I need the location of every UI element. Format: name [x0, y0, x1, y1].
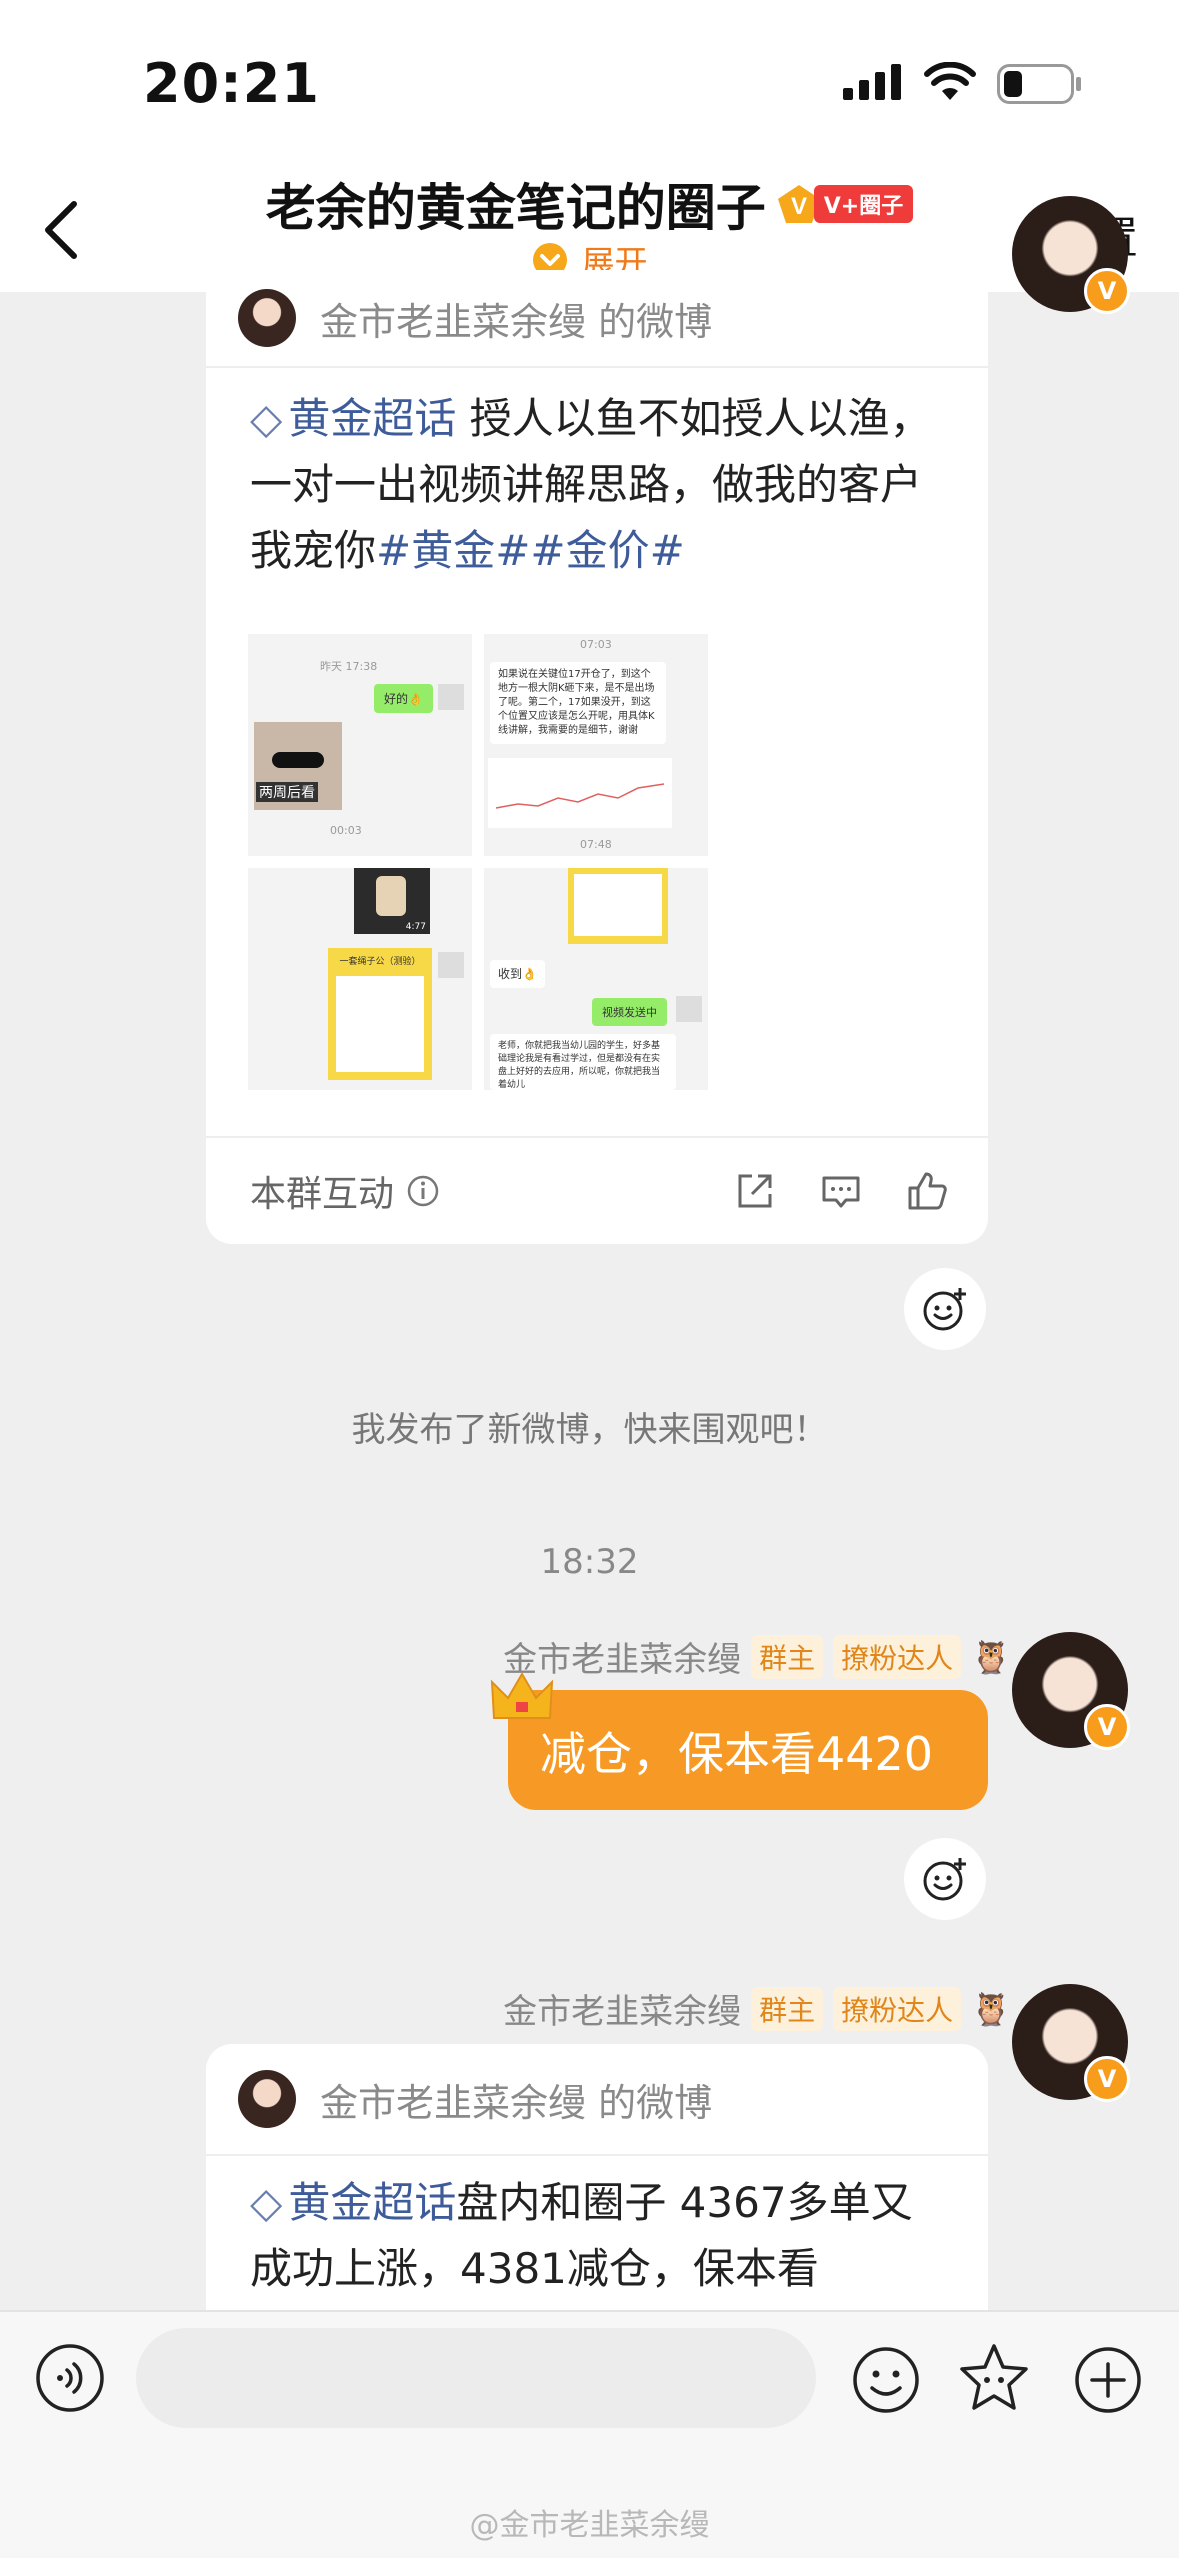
chart-card-body — [336, 976, 424, 1072]
post-text: ◇ 黄金超话盘内和圈子 4367多单又成功上涨，4381减仓，保本看 — [206, 2156, 988, 2302]
owner-tag: 群主 — [751, 1986, 824, 2031]
verified-v-icon: V — [1084, 2056, 1130, 2102]
v-plus-circle-label: V+圈子 — [813, 185, 914, 223]
voice-input-icon[interactable] — [34, 2342, 106, 2414]
chat-bubble: 如果说在关键位17开仓了，到这个地方一根大阴K砸下来，是不是出场了呢。第二个，1… — [490, 662, 666, 744]
add-reaction-button[interactable] — [904, 1268, 986, 1350]
owl-badge-icon: 🦉 — [971, 1989, 1011, 2028]
comment-icon[interactable] — [820, 1170, 862, 1212]
owner-tag: 群主 — [751, 1634, 824, 1679]
message-text: 减仓，保本看4420 — [540, 1727, 934, 1781]
chat-time: 07:03 — [580, 638, 612, 651]
v-plus-badge: V V+圈子 — [776, 183, 914, 225]
interaction-label: 本群互动 — [250, 1165, 440, 1217]
chat-time: 00:03 — [330, 824, 362, 837]
emoji-plus-icon — [923, 1858, 966, 1901]
kline-chart-shot — [488, 758, 672, 828]
interaction-text: 本群互动 — [250, 1174, 395, 1215]
baby-photo: 两周后看 — [254, 722, 342, 810]
message-input[interactable] — [136, 2328, 816, 2428]
chart-card-title: 一套绳子公（测验） — [339, 957, 421, 967]
chat-avatar — [438, 684, 464, 710]
card-source: 金市老韭菜余缦 的微博 — [320, 299, 713, 344]
author-avatar — [238, 2070, 296, 2128]
post-image-4[interactable]: 收到👌 视频发送中 老师，你就把我当幼儿园的学生，好多基础理论我是有看过学过，但… — [484, 868, 708, 1090]
system-message: 我发布了新微博，快来围观吧！ — [351, 1410, 828, 1450]
weibo-share-card[interactable]: 金市老韭菜余缦 的微博 ◇ 黄金超话 授人以鱼不如授人以渔，一对一出视频讲解思路，… — [206, 270, 988, 1244]
emoji-plus-icon — [923, 1288, 966, 1331]
post-image-1[interactable]: 昨天 17:38 好的👌 两周后看 00:03 — [248, 634, 472, 856]
card-header: 金市老韭菜余缦 的微博 — [206, 270, 988, 368]
super-topic-diamond-icon: ◇ — [250, 2178, 283, 2227]
interaction-bar: 本群互动 — [206, 1136, 988, 1244]
chart-card-shot — [568, 868, 668, 944]
chart-card-shot: 一套绳子公（测验） — [328, 948, 432, 1080]
chat-time: 昨天 17:38 — [320, 660, 378, 673]
chat-avatar — [438, 952, 464, 978]
chat-time: 07:48 — [580, 838, 612, 851]
verified-v-icon: V — [1084, 268, 1130, 314]
chat-bubble: 好的👌 — [374, 684, 433, 713]
sender-line: 金市老韭菜余缦 群主 撩粉达人 🦉 — [503, 1984, 1011, 2033]
crown-icon — [490, 1672, 554, 1719]
share-icon[interactable] — [734, 1170, 776, 1212]
kline-sketch-icon — [495, 783, 665, 809]
chat-bubble: 收到👌 — [490, 960, 545, 988]
sender-avatar-partial[interactable]: V — [1012, 196, 1130, 314]
video-duration: 4:77 — [405, 922, 426, 932]
sunglasses-shape — [272, 752, 324, 768]
photo-caption: 两周后看 — [256, 782, 318, 802]
wifi-icon — [924, 62, 976, 100]
sender-name[interactable]: 金市老韭菜余缦 — [503, 1984, 741, 2033]
video-thumb: 4:77 — [354, 868, 430, 934]
fan-tag: 撩粉达人 — [833, 1986, 962, 2031]
verified-v-icon: V — [1084, 1704, 1130, 1750]
chat-bubble: 老师，你就把我当幼儿园的学生，好多基础理论我是有看过学过，但是都没有在实盘上好好… — [490, 1034, 676, 1090]
hashtag-link[interactable]: #黄金##金价# — [376, 526, 685, 575]
status-time: 20:21 — [143, 52, 320, 115]
card-source: 金市老韭菜余缦 的微博 — [320, 2080, 713, 2125]
add-reaction-button[interactable] — [904, 1838, 986, 1920]
chat-avatar — [676, 996, 702, 1022]
author-avatar — [238, 289, 296, 347]
super-topic-diamond-icon: ◇ — [250, 394, 283, 443]
post-text: ◇ 黄金超话 授人以鱼不如授人以渔，一对一出视频讲解思路，做我的客户我宠你#黄金#… — [206, 368, 988, 584]
sender-avatar[interactable]: V — [1012, 1984, 1130, 2102]
message-bubble[interactable]: 减仓，保本看4420 — [508, 1690, 988, 1810]
super-topic-link[interactable]: 黄金超话 — [288, 2178, 456, 2227]
interaction-icons — [734, 1170, 948, 1212]
owl-badge-icon: 🦉 — [971, 1637, 1011, 1676]
time-separator: 18:32 — [540, 1542, 639, 1582]
chat-bubble: 视频发送中 — [592, 998, 667, 1026]
like-icon[interactable] — [906, 1170, 948, 1212]
add-more-icon[interactable] — [1072, 2344, 1144, 2416]
emoji-icon[interactable] — [850, 2344, 922, 2416]
sender-avatar[interactable]: V — [1012, 1632, 1130, 1750]
post-image-2[interactable]: 07:03 如果说在关键位17开仓了，到这个地方一根大阴K砸下来，是不是出场了呢… — [484, 634, 708, 856]
sticker-star-icon[interactable] — [956, 2340, 1032, 2416]
watermark: @金市老韭菜余缦 — [469, 2508, 710, 2543]
cell-signal-icon — [843, 64, 901, 100]
chart-card-body — [574, 874, 662, 936]
circle-title-text: 老余的黄金笔记的圈子 — [265, 179, 766, 237]
page-title: 老余的黄金笔记的圈子 V V+圈子 — [0, 168, 1179, 240]
battery-icon — [997, 64, 1081, 104]
bottle-shape — [376, 876, 406, 916]
card-header: 金市老韭菜余缦 的微博 — [206, 2044, 988, 2156]
post-image-3[interactable]: 4:77 一套绳子公（测验） — [248, 868, 472, 1090]
svg-text:V: V — [791, 193, 807, 220]
info-icon[interactable] — [406, 1174, 440, 1208]
fan-tag: 撩粉达人 — [833, 1634, 962, 1679]
sender-line: 金市老韭菜余缦 群主 撩粉达人 🦉 — [503, 1632, 1011, 1681]
super-topic-link[interactable]: 黄金超话 — [288, 394, 456, 443]
